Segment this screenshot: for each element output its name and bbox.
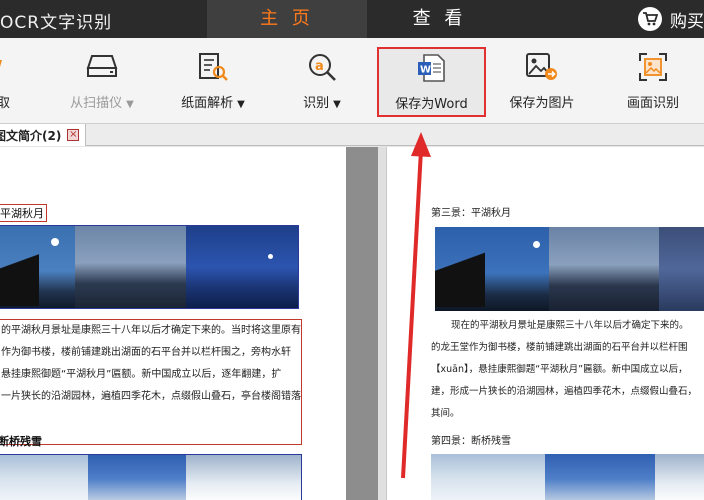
result-section-title-pinghu: 第三景：平湖秋月 xyxy=(431,208,511,219)
recognize-label: 识别 ▼ xyxy=(303,96,341,111)
paragraph-line: 其间。 xyxy=(431,408,460,419)
page-analysis-icon xyxy=(197,52,229,86)
lake-photo xyxy=(659,227,704,311)
result-page-pane[interactable]: 第三景：平湖秋月 现在的平湖秋月景址是康熙三十八年以后才确定下来的。 的龙王堂作… xyxy=(386,147,704,500)
page-analysis-label: 纸面解析 ▼ xyxy=(181,96,245,111)
paragraph-line: 作为御书楼，楼前铺建跳出湖面的石平台并以栏杆围之，旁构水轩 xyxy=(1,347,291,358)
screen-capture-icon xyxy=(638,52,668,86)
paragraph-line: 一片狭长的沿湖园林，遍植四季花木，点缀假山叠石，亭台楼阁错落 xyxy=(1,391,301,402)
section-title-pinghu: 平湖秋月 xyxy=(0,204,47,222)
ocr-paragraph-box: 的平湖秋月景址是康熙三十八年以后才确定下来的。当时将这里原有 作为御书楼，楼前铺… xyxy=(0,319,302,445)
page-analysis-button[interactable]: 纸面解析 ▼ xyxy=(168,38,258,124)
photo-strip-pinghu xyxy=(0,225,299,309)
snow-photo xyxy=(545,454,655,500)
paragraph-line: 现在的平湖秋月景址是康熙三十八年以后才确定下来的。 xyxy=(451,320,689,331)
snow-photo xyxy=(431,454,545,500)
scanner-label: 从扫描仪 ▼ xyxy=(70,96,134,111)
save-as-image-label: 保存为图片 xyxy=(509,96,575,111)
screen-recognize-label: 画面识别 xyxy=(626,96,679,111)
snow-photo xyxy=(185,455,301,500)
snow-photo xyxy=(88,455,186,500)
photo-strip-duanqiao xyxy=(0,454,302,500)
import-label: 取 xyxy=(0,96,10,111)
save-as-word-label: 保存为Word xyxy=(395,97,468,112)
lake-photo xyxy=(185,226,298,308)
scanner-icon xyxy=(86,52,118,84)
save-as-word-button[interactable]: W 保存为Word xyxy=(377,47,486,117)
document-tab[interactable]: 图文简介(2) × xyxy=(0,124,87,146)
tab-home[interactable]: 主 页 xyxy=(207,0,367,38)
snow-photo xyxy=(655,454,704,500)
recognize-icon: a xyxy=(307,52,337,86)
import-button[interactable]: 取 xyxy=(0,38,14,124)
document-tab-label: 图文简介(2) xyxy=(0,128,62,143)
close-icon[interactable]: × xyxy=(67,129,80,141)
lake-photo xyxy=(0,226,76,308)
buy-button[interactable]: 购买 xyxy=(638,6,704,32)
svg-text:W: W xyxy=(420,65,431,76)
lake-photo xyxy=(435,227,549,311)
word-file-icon: W xyxy=(416,53,448,87)
toolbar: 取 从扫描仪 ▼ 纸面解析 ▼ a 识别 ▼ W 保存为Word 保存为图片 画… xyxy=(0,38,704,124)
svg-text:a: a xyxy=(315,59,324,74)
section-title-duanqiao: 断桥残雪 xyxy=(0,435,42,448)
import-icon xyxy=(0,52,6,82)
screen-recognize-button[interactable]: 画面识别 xyxy=(612,38,694,124)
paragraph-line: 【xuān】，悬挂康熙御题“平湖秋月”匾额。新中国成立以后， xyxy=(431,364,688,375)
document-tab-strip: 图文简介(2) × xyxy=(0,124,704,146)
lake-photo xyxy=(75,226,186,308)
title-bar: OCR文字识别 主 页 查 看 购买 xyxy=(0,0,704,38)
scanner-button[interactable]: 从扫描仪 ▼ xyxy=(56,38,148,124)
result-photo-strip-pinghu xyxy=(435,227,704,311)
snow-photo xyxy=(0,455,89,500)
app-title: OCR文字识别 xyxy=(0,13,113,33)
pane-divider-light xyxy=(378,147,386,500)
result-paragraph: 现在的平湖秋月景址是康熙三十八年以后才确定下来的。 的龙王堂作为御书楼，楼前铺建… xyxy=(431,315,697,425)
paragraph-line: 的平湖秋月景址是康熙三十八年以后才确定下来的。当时将这里原有 xyxy=(1,325,301,336)
recognize-button[interactable]: a 识别 ▼ xyxy=(282,38,362,124)
cart-icon xyxy=(638,7,662,31)
paragraph-line: 建，形成一片狭长的沿湖园林，遍植四季花木，点缀假山叠石， xyxy=(431,386,698,397)
tab-view[interactable]: 查 看 xyxy=(367,0,512,38)
lake-photo xyxy=(549,227,659,311)
original-page-pane[interactable]: 平湖秋月 的平湖秋月景址是康熙三十八年以后才确定下来的。当时将这里原有 作为御书… xyxy=(0,147,346,500)
result-section-title-duanqiao: 第四景：断桥残雪 xyxy=(431,436,511,447)
paragraph-line: 的龙王堂作为御书楼，楼前铺建跳出湖面的石平台并以栏杆围 xyxy=(431,342,688,353)
save-image-icon xyxy=(525,52,559,86)
paragraph-line: 悬挂康熙御题“平湖秋月”匾额。新中国成立以后，逐年翻建，扩 xyxy=(1,369,282,380)
result-photo-strip-duanqiao xyxy=(431,454,704,500)
buy-label: 购买 xyxy=(670,11,704,32)
save-as-image-button[interactable]: 保存为图片 xyxy=(498,38,586,124)
